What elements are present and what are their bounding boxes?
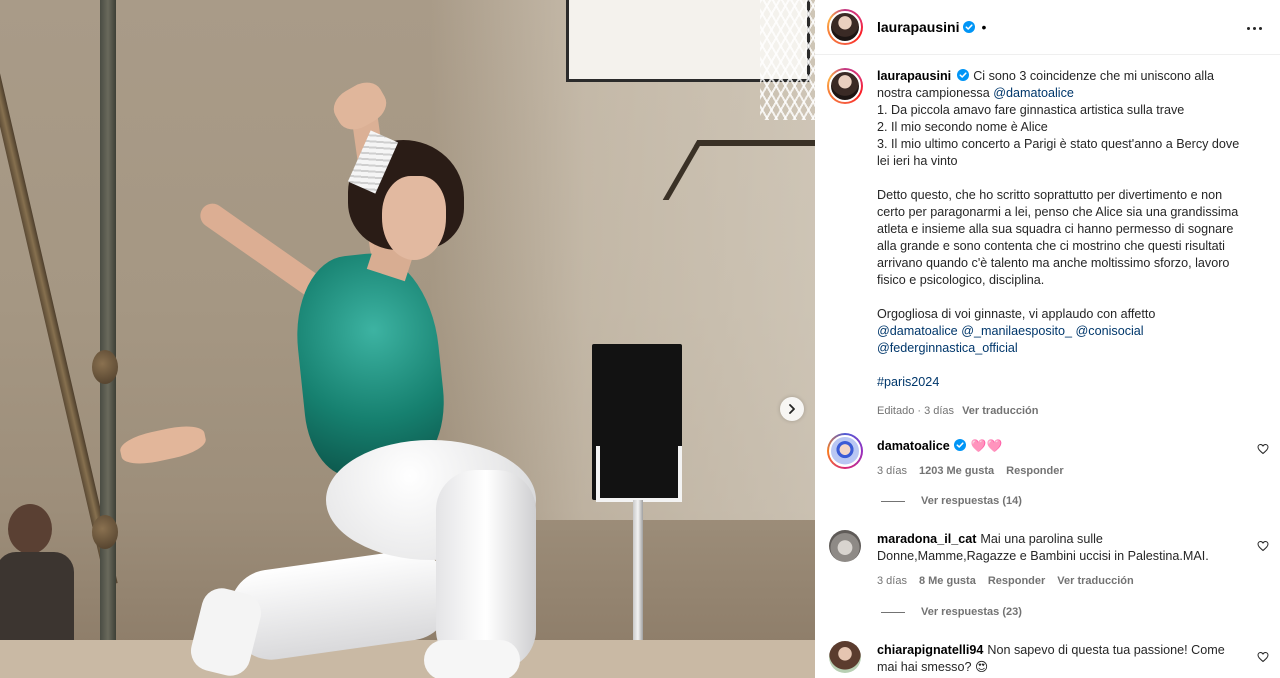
comment-text: 🩷🩷 <box>970 439 1003 453</box>
view-replies-button[interactable]: Ver respuestas (14) <box>881 495 1022 507</box>
comment-item: chiarapignatelli94 Non sapevo di questa t… <box>827 641 1273 676</box>
commenter-username[interactable]: damatoalice <box>877 439 950 453</box>
author-avatar[interactable] <box>827 9 863 45</box>
comment-item: damatoalice 🩷🩷 3 días 1203 Me gusta Respond… <box>827 433 1273 480</box>
post-header: laurapausini • <box>815 0 1280 55</box>
verified-badge-icon <box>953 439 966 451</box>
comment-likes[interactable]: 1203 Me gusta <box>919 465 994 477</box>
caption-username[interactable]: laurapausini <box>877 69 951 83</box>
more-options-icon <box>1246 26 1250 30</box>
gymnast-figure <box>0 0 815 678</box>
comment-meta: 3 días 8 Me gusta Responder Ver traducción <box>877 573 1227 590</box>
next-image-button[interactable] <box>780 397 804 421</box>
mention-link[interactable]: @_manilaesposito_ <box>961 324 1072 338</box>
post-side-panel: laurapausini • laurapausini Ci sono 3 coi… <box>815 0 1280 678</box>
chevron-right-icon <box>789 404 795 414</box>
see-translation-button[interactable]: Ver traducción <box>1057 575 1133 587</box>
comment-meta: 3 días 1203 Me gusta Responder <box>877 463 1227 480</box>
caption-item3: 3. Il mio ultimo concerto a Parigi è sta… <box>877 137 1240 168</box>
reply-button[interactable]: Responder <box>988 575 1045 587</box>
commenter-avatar[interactable] <box>829 641 861 673</box>
hashtag-link[interactable]: #paris2024 <box>877 375 939 389</box>
more-options-button[interactable] <box>1242 18 1266 38</box>
header-dot: • <box>981 19 987 35</box>
view-replies-label: Ver respuestas (14) <box>921 495 1022 507</box>
caption-item2: 2. Il mio secondo nome è Alice <box>877 120 1048 134</box>
comment-likes[interactable]: 8 Me gusta <box>919 575 976 587</box>
comments-list[interactable]: laurapausini Ci sono 3 coincidenze che mi… <box>815 56 1280 678</box>
commenter-avatar[interactable] <box>827 433 863 469</box>
commenter-avatar[interactable] <box>829 530 861 562</box>
comment-age: 3 días <box>877 575 907 587</box>
mention-link[interactable]: @damatoalice <box>993 86 1074 100</box>
mention-link[interactable]: @federginnastica_official <box>877 341 1018 355</box>
reply-button[interactable]: Responder <box>1006 465 1063 477</box>
caption: laurapausini Ci sono 3 coincidenze che mi… <box>827 68 1267 420</box>
verified-badge-icon <box>963 21 976 33</box>
comment-item: maradona_il_cat Mai una parolina sulle Do… <box>827 530 1273 590</box>
caption-paragraph-2: Detto questo, che ho scritto soprattutto… <box>877 188 1239 287</box>
see-translation-button[interactable]: Ver traducción <box>962 405 1038 417</box>
comment-age: 3 días <box>877 465 907 477</box>
commenter-username[interactable]: maradona_il_cat <box>877 532 976 546</box>
mention-link[interactable]: @conisocial <box>1076 324 1144 338</box>
caption-item1: 1. Da piccola amavo fare ginnastica arti… <box>877 103 1185 117</box>
heart-outline-icon[interactable] <box>1257 443 1269 455</box>
caption-author-avatar[interactable] <box>827 68 863 104</box>
caption-paragraph-3: Orgogliosa di voi ginnaste, vi applaudo … <box>877 307 1156 321</box>
post-photo <box>0 0 815 678</box>
caption-meta: Editado · 3 días Ver traducción <box>877 403 1247 420</box>
heart-outline-icon[interactable] <box>1257 540 1269 552</box>
verified-badge-icon <box>957 69 970 81</box>
edited-label: Editado · 3 días <box>877 405 955 417</box>
heart-outline-icon[interactable] <box>1257 651 1269 663</box>
commenter-username[interactable]: chiarapignatelli94 <box>877 643 983 657</box>
mention-link[interactable]: @damatoalice <box>877 324 958 338</box>
author-username[interactable]: laurapausini <box>877 19 959 35</box>
view-replies-label: Ver respuestas (23) <box>921 606 1022 618</box>
view-replies-button[interactable]: Ver respuestas (23) <box>881 606 1022 618</box>
